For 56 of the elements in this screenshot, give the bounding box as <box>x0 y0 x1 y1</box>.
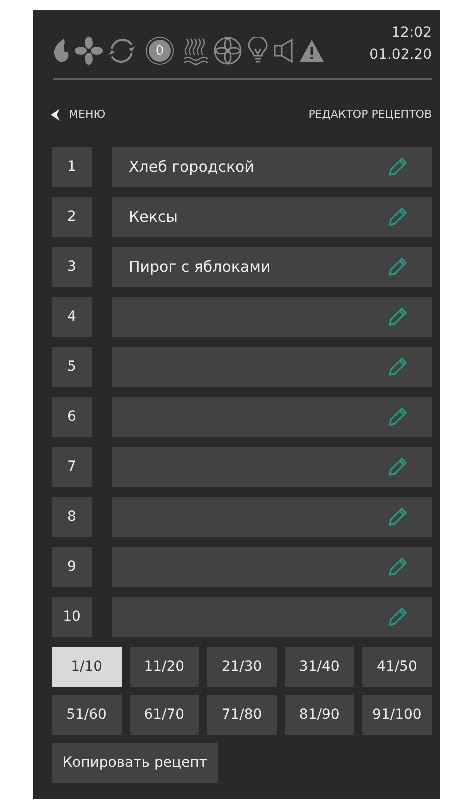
menu-label: МЕНЮ <box>69 108 106 121</box>
fan-icon <box>75 37 103 65</box>
page-range-button[interactable]: 41/50 <box>362 647 432 687</box>
recipe-number: 4 <box>52 297 92 337</box>
recipe-number: 1 <box>52 147 92 187</box>
recipe-number: 9 <box>52 547 92 587</box>
page-range-button[interactable]: 71/80 <box>207 695 277 735</box>
page-range-button[interactable]: 91/100 <box>362 695 432 735</box>
recipe-name-field[interactable] <box>112 597 432 637</box>
edit-pencil-icon[interactable] <box>388 157 408 177</box>
recipe-number: 7 <box>52 447 92 487</box>
refresh-icon <box>107 36 137 66</box>
flame-icon <box>53 39 71 63</box>
page-range-button[interactable]: 11/20 <box>130 647 200 687</box>
recipe-number: 6 <box>52 397 92 437</box>
page-range-button[interactable]: 1/10 <box>52 647 122 687</box>
copy-recipe-button[interactable]: Копировать рецепт <box>52 743 218 783</box>
recipe-name-field[interactable]: Кексы <box>112 197 432 237</box>
recipe-name-field[interactable]: Пирог с яблоками <box>112 247 432 287</box>
page-range-button[interactable]: 61/70 <box>130 695 200 735</box>
menu-back-link[interactable]: МЕНЮ <box>51 108 106 121</box>
edit-pencil-icon[interactable] <box>388 307 408 327</box>
counter-badge: 0 <box>149 40 171 62</box>
recipe-name-field[interactable] <box>112 547 432 587</box>
edit-pencil-icon[interactable] <box>388 607 408 627</box>
recipe-name-field[interactable] <box>112 397 432 437</box>
edit-pencil-icon[interactable] <box>388 207 408 227</box>
back-arrow-icon <box>51 108 61 120</box>
page-range-button[interactable]: 81/90 <box>284 695 354 735</box>
warning-icon <box>299 39 325 63</box>
recipe-name-field[interactable] <box>112 497 432 537</box>
recipe-number: 8 <box>52 497 92 537</box>
edit-pencil-icon[interactable] <box>388 507 408 527</box>
page-range-button[interactable]: 51/60 <box>52 695 122 735</box>
edit-pencil-icon[interactable] <box>388 557 408 577</box>
edit-pencil-icon[interactable] <box>388 457 408 477</box>
page-range-button[interactable]: 21/30 <box>207 647 277 687</box>
recipe-name-field[interactable] <box>112 447 432 487</box>
recipe-name-field[interactable] <box>112 297 432 337</box>
clock-date: 01.02.20 <box>370 46 432 65</box>
recipe-number: 3 <box>52 247 92 287</box>
clock-time: 12:02 <box>390 24 432 43</box>
page-range-button[interactable]: 31/40 <box>284 647 354 687</box>
edit-pencil-icon[interactable] <box>388 257 408 277</box>
recipe-number: 10 <box>52 597 92 637</box>
recipe-number: 2 <box>52 197 92 237</box>
edit-pencil-icon[interactable] <box>388 357 408 377</box>
edit-pencil-icon[interactable] <box>388 407 408 427</box>
recipe-name-field[interactable] <box>112 347 432 387</box>
fan-circle-icon <box>213 36 243 66</box>
recipe-number: 5 <box>52 347 92 387</box>
speaker-icon <box>273 38 295 64</box>
heat-waves-icon <box>183 37 209 65</box>
light-bulb-icon <box>247 37 269 65</box>
recipe-name-field[interactable]: Хлеб городской <box>112 147 432 187</box>
screen-title: РЕДАКТОР РЕЦЕПТОВ <box>308 108 432 121</box>
